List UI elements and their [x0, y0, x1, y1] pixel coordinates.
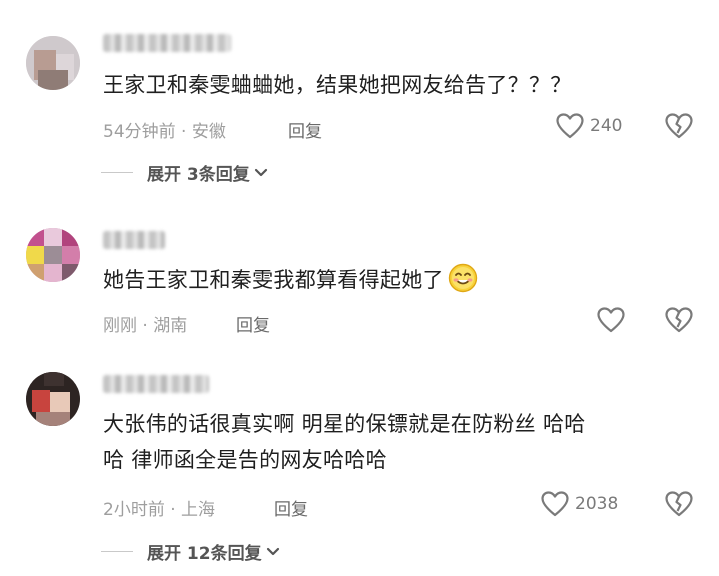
meta-separator: · [164, 500, 182, 520]
comment-time: 刚刚 [103, 316, 137, 336]
meta-separator: · [137, 316, 154, 336]
heart-outline-icon [556, 113, 584, 139]
comment-text-body: 她告王家卫和秦雯我都算看得起她了 [103, 268, 444, 292]
comment-text: 王家卫和秦雯蛐蛐她，结果她把网友给告了？？？ [103, 73, 572, 97]
comment-text: 大张伟的话很真实啊 明星的保镖就是在防粉丝 哈哈 哈 律师函全是告的网友哈哈哈 [103, 406, 586, 478]
like-button[interactable]: 2038 [541, 491, 618, 517]
expand-divider [101, 171, 133, 174]
like-count: 240 [590, 116, 623, 136]
avatar[interactable] [26, 36, 80, 90]
heart-outline-icon [541, 491, 569, 517]
dislike-button[interactable] [665, 307, 693, 337]
expand-replies-button[interactable]: 展开 12条回复 [101, 539, 281, 564]
username-blurred[interactable] [103, 34, 231, 52]
chevron-down-icon [254, 168, 267, 176]
comment-time: 2小时前 [103, 500, 165, 520]
like-button[interactable]: 240 [556, 113, 622, 139]
reply-button[interactable]: 回复 [288, 117, 322, 142]
comment-meta: 54分钟前 · 安徽 [103, 117, 226, 142]
comment-1: 王家卫和秦雯蛐蛐她，结果她把网友给告了？？？ 54分钟前 · 安徽 回复 240… [0, 0, 719, 200]
comment-text: 她告王家卫和秦雯我都算看得起她了 [103, 262, 478, 298]
username-blurred[interactable] [103, 375, 209, 393]
chevron-down-icon [266, 547, 279, 555]
comment-text-line-2: 哈 律师函全是告的网友哈哈哈 [103, 448, 387, 472]
avatar[interactable] [26, 228, 80, 282]
comment-2: 她告王家卫和秦雯我都算看得起她了 刚刚 · 湖南 回复 [0, 200, 719, 360]
comment-location: 安徽 [191, 122, 226, 142]
heart-outline-icon [597, 307, 625, 333]
broken-heart-icon [665, 113, 693, 139]
expand-divider [101, 550, 133, 553]
avatar[interactable] [26, 372, 80, 426]
comment-meta: 2小时前 · 上海 [103, 495, 215, 520]
comment-text-line-1: 大张伟的话很真实啊 明星的保镖就是在防粉丝 哈哈 [103, 412, 586, 436]
broken-heart-icon [665, 491, 693, 517]
comment-meta: 刚刚 · 湖南 [103, 311, 187, 336]
expand-replies-label: 展开 3条回复 [147, 165, 250, 185]
reply-button[interactable]: 回复 [274, 495, 308, 520]
comment-3: 大张伟的话很真实啊 明星的保镖就是在防粉丝 哈哈 哈 律师函全是告的网友哈哈哈 … [0, 360, 719, 576]
reply-button[interactable]: 回复 [236, 311, 270, 336]
like-count: 2038 [575, 494, 619, 514]
comment-time: 54分钟前 [103, 122, 176, 142]
username-blurred[interactable] [103, 231, 165, 249]
dislike-button[interactable] [665, 113, 693, 143]
comment-location: 湖南 [153, 316, 188, 336]
dislike-button[interactable] [665, 491, 693, 521]
expand-replies-label: 展开 12条回复 [147, 544, 262, 564]
smile-emoji-icon [448, 263, 478, 293]
expand-replies-button[interactable]: 展开 3条回复 [101, 160, 269, 185]
like-button[interactable] [597, 307, 631, 333]
comment-location: 上海 [181, 500, 216, 520]
broken-heart-icon [665, 307, 693, 333]
meta-separator: · [175, 122, 192, 142]
